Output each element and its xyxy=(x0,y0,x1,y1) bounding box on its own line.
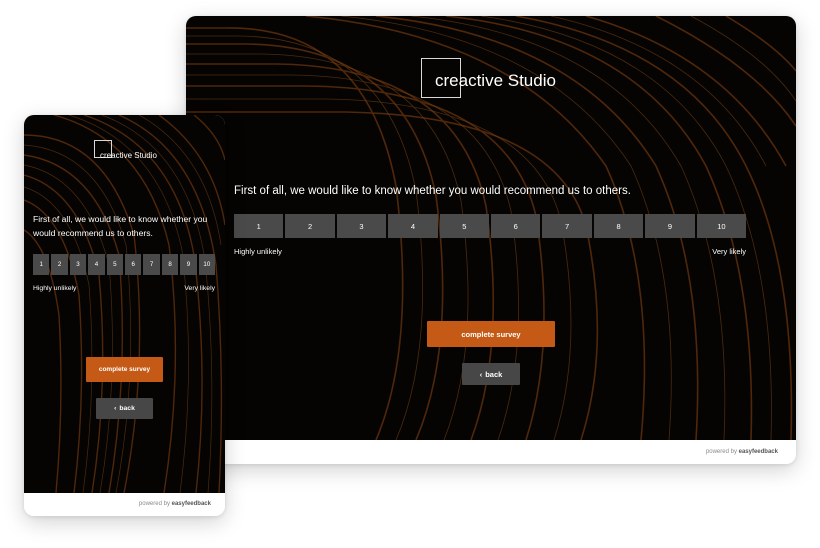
scale-option-5[interactable]: 5 xyxy=(106,254,124,275)
complete-survey-button[interactable]: complete survey xyxy=(427,321,555,347)
complete-survey-button[interactable]: complete survey xyxy=(86,357,163,382)
chevron-left-icon: ‹ xyxy=(114,405,117,412)
scale-option-3[interactable]: 3 xyxy=(336,214,387,238)
creactive-studio-logo: creactive Studio xyxy=(421,58,556,98)
logo-text: creactive Studio xyxy=(100,151,157,160)
scale-option-2[interactable]: 2 xyxy=(51,254,68,275)
scale-option-4[interactable]: 4 xyxy=(88,254,105,275)
scale-option-9[interactable]: 9 xyxy=(645,214,695,238)
scale-option-4[interactable]: 4 xyxy=(388,214,438,238)
scale-low-label: Highly unlikely xyxy=(234,247,282,256)
footer-prefix: powered by xyxy=(705,449,737,455)
scale-option-6[interactable]: 6 xyxy=(491,214,541,238)
scale-option-3[interactable]: 3 xyxy=(69,254,87,275)
survey-question: First of all, we would like to know whet… xyxy=(234,185,631,197)
scale-option-8[interactable]: 8 xyxy=(161,254,179,275)
scale-option-7[interactable]: 7 xyxy=(542,214,592,238)
survey-background: creactive Studio First of all, we would … xyxy=(24,115,225,493)
back-button-label: back xyxy=(119,405,135,412)
scale-low-label: Highly unlikely xyxy=(33,285,77,292)
scale-high-label: Very likely xyxy=(184,285,215,292)
scale-option-10[interactable]: 10 xyxy=(696,214,747,238)
scale-option-9[interactable]: 9 xyxy=(180,254,197,275)
scale-option-1[interactable]: 1 xyxy=(33,254,50,275)
back-button[interactable]: ‹ back xyxy=(462,363,520,385)
footer-brand-link[interactable]: easyfeedback xyxy=(739,449,778,455)
back-button-label: back xyxy=(485,369,503,379)
scale-option-2[interactable]: 2 xyxy=(285,214,335,238)
curved-wooden-slats-image xyxy=(24,115,225,493)
nps-scale: 1 2 3 4 5 6 7 8 9 10 xyxy=(234,214,747,238)
mobile-survey-preview: creactive Studio First of all, we would … xyxy=(24,115,225,516)
scale-option-1[interactable]: 1 xyxy=(234,214,284,238)
footer-brand-link[interactable]: easyfeedback xyxy=(172,501,211,507)
back-button[interactable]: ‹ back xyxy=(96,398,153,419)
footer-prefix: powered by xyxy=(138,501,170,507)
logo-text: creactive Studio xyxy=(435,71,556,90)
survey-background: creactive Studio First of all, we would … xyxy=(186,16,796,440)
nps-scale: 1 2 3 4 5 6 7 8 9 10 xyxy=(33,254,216,275)
desktop-survey-preview: creactive Studio First of all, we would … xyxy=(186,16,796,464)
scale-high-label: Very likely xyxy=(712,247,746,256)
survey-question: First of all, we would like to know whet… xyxy=(33,214,208,238)
scale-option-7[interactable]: 7 xyxy=(143,254,160,275)
powered-by-footer: powered by easyfeedback xyxy=(186,440,796,464)
scale-option-10[interactable]: 10 xyxy=(198,254,216,275)
chevron-left-icon: ‹ xyxy=(479,369,483,379)
scale-option-8[interactable]: 8 xyxy=(593,214,644,238)
scale-option-6[interactable]: 6 xyxy=(125,254,142,275)
scale-option-5[interactable]: 5 xyxy=(439,214,490,238)
creactive-studio-logo: creactive Studio xyxy=(94,140,157,160)
powered-by-footer: powered by easyfeedback xyxy=(24,493,225,516)
